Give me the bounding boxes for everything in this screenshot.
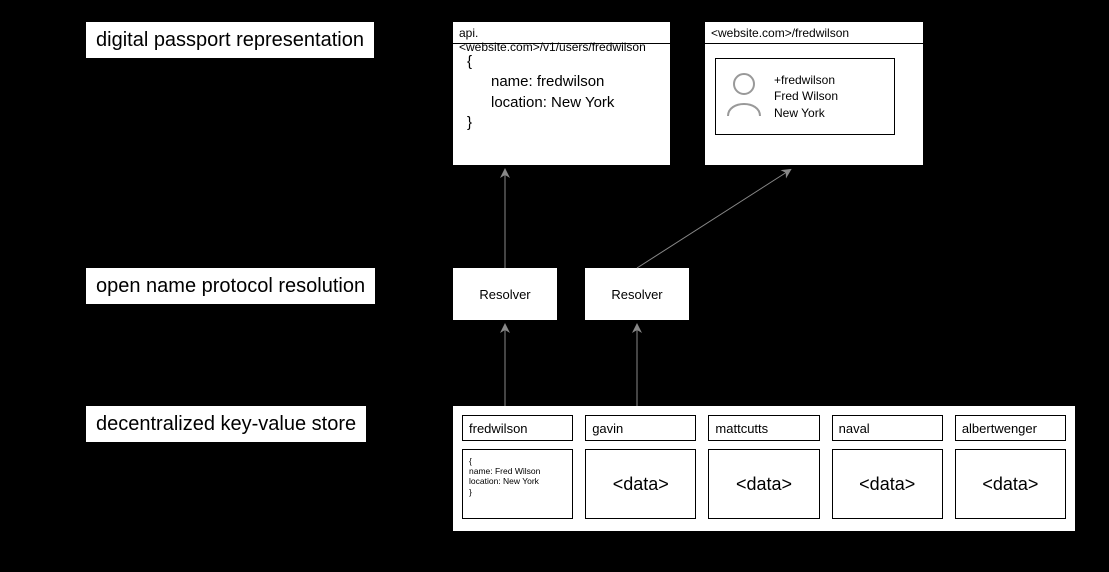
label-protocol: open name protocol resolution bbox=[86, 268, 375, 304]
store-key: fredwilson bbox=[462, 415, 573, 441]
profile-handle: +fredwilson bbox=[774, 72, 838, 88]
brace-open: { bbox=[467, 52, 656, 72]
api-url: api.<website.com>/v1/users/fredwilson bbox=[453, 22, 670, 44]
store-key: albertwenger bbox=[955, 415, 1066, 441]
person-icon bbox=[724, 70, 764, 123]
profile-inner: +fredwilson Fred Wilson New York bbox=[715, 58, 895, 135]
store-val: <data> bbox=[832, 449, 943, 519]
store-val: <data> bbox=[955, 449, 1066, 519]
profile-location: New York bbox=[774, 105, 838, 121]
resolver-right: Resolver bbox=[585, 268, 689, 320]
store-val: <data> bbox=[585, 449, 696, 519]
api-line-name: name: fredwilson bbox=[467, 72, 656, 92]
label-passport: digital passport representation bbox=[86, 22, 374, 58]
brace-close: } bbox=[467, 113, 656, 133]
store-key: gavin bbox=[585, 415, 696, 441]
profile-url: <website.com>/fredwilson bbox=[705, 22, 923, 44]
store-key: mattcutts bbox=[708, 415, 819, 441]
profile-name: Fred Wilson bbox=[774, 88, 838, 104]
resolver-left: Resolver bbox=[453, 268, 557, 320]
label-store: decentralized key-value store bbox=[86, 406, 366, 442]
store-col: mattcutts <data> bbox=[708, 415, 819, 522]
store-val: { name: Fred Wilson location: New York } bbox=[462, 449, 573, 519]
store-col: fredwilson { name: Fred Wilson location: … bbox=[462, 415, 573, 522]
store-col: naval <data> bbox=[832, 415, 943, 522]
api-body: { name: fredwilson location: New York } bbox=[453, 44, 670, 141]
store-key: naval bbox=[832, 415, 943, 441]
store-col: gavin <data> bbox=[585, 415, 696, 522]
kv-store: fredwilson { name: Fred Wilson location: … bbox=[453, 406, 1075, 531]
api-card: api.<website.com>/v1/users/fredwilson { … bbox=[453, 22, 670, 165]
store-val: <data> bbox=[708, 449, 819, 519]
profile-card: <website.com>/fredwilson +fredwilson Fre… bbox=[705, 22, 923, 165]
store-col: albertwenger <data> bbox=[955, 415, 1066, 522]
api-line-location: location: New York bbox=[467, 93, 656, 113]
